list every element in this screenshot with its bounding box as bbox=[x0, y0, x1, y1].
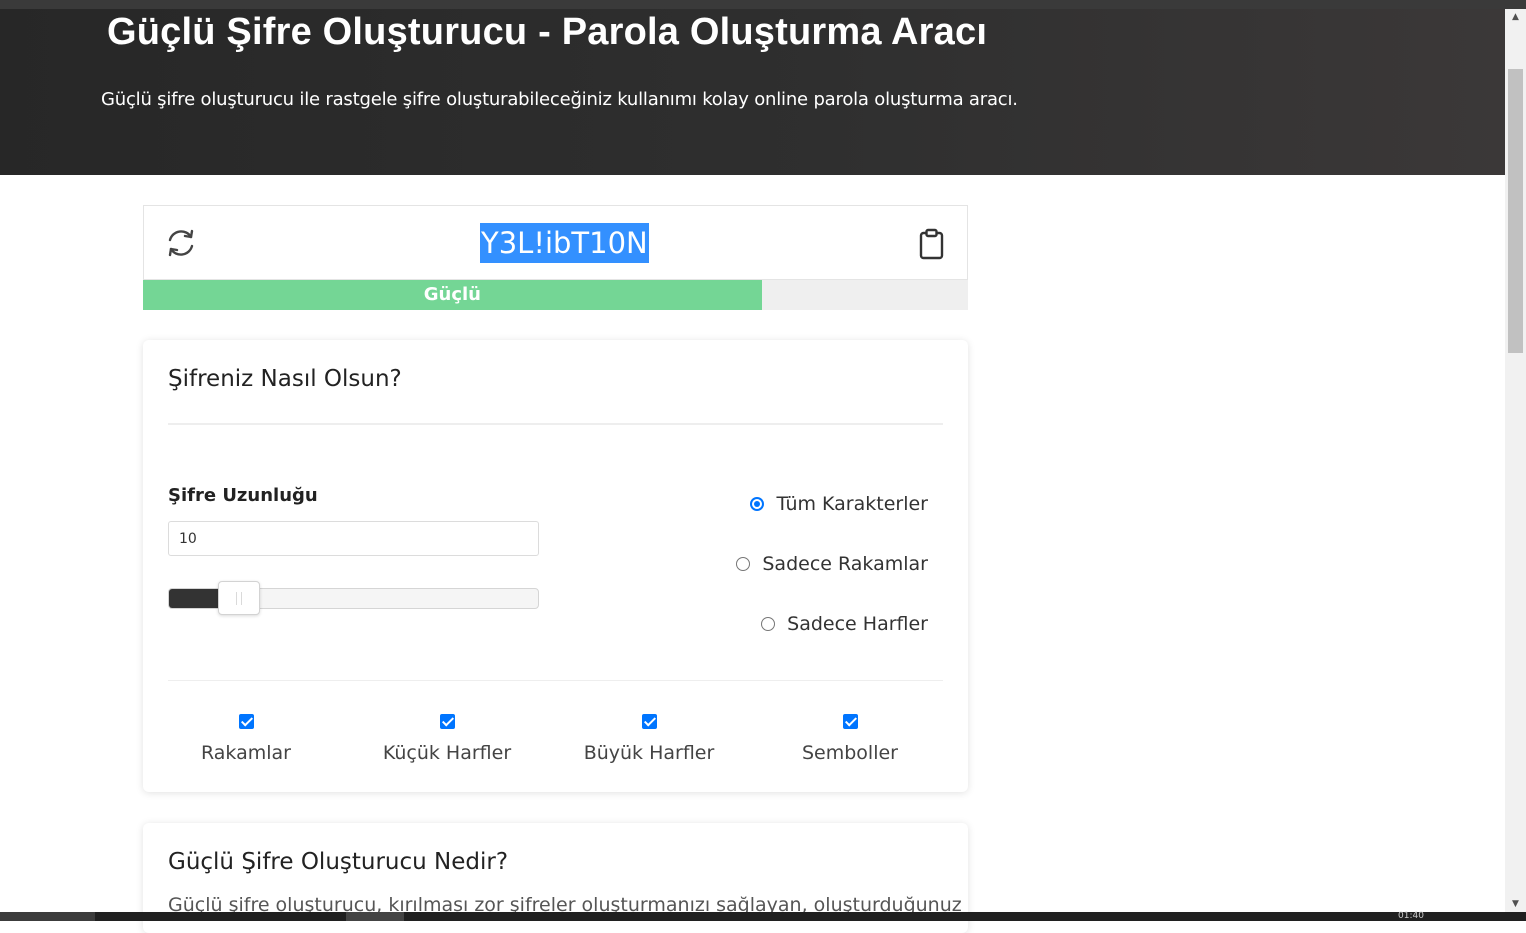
page-scrollbar[interactable]: ▲ ▼ bbox=[1505, 9, 1526, 912]
page-subtitle: Güçlü şifre oluşturucu ile rastgele şifr… bbox=[101, 89, 1018, 110]
checkbox-label: Büyük Harfler bbox=[583, 742, 715, 764]
checkbox-numbers[interactable]: Rakamlar bbox=[166, 714, 326, 764]
scrollbar-thumb[interactable] bbox=[1508, 69, 1523, 353]
password-display: Y3L!ibT10N bbox=[143, 205, 968, 280]
slider-grip-line bbox=[241, 592, 242, 605]
radio-all-characters[interactable]: Tüm Karakterler bbox=[750, 493, 928, 515]
taskbar-clock: 01:40 bbox=[1398, 911, 1424, 921]
checkbox-uppercase[interactable]: Büyük Harfler bbox=[569, 714, 729, 764]
strength-bar-fill: Güçlü bbox=[143, 280, 762, 310]
checkbox-label: Küçük Harfler bbox=[382, 742, 512, 764]
scroll-up-arrow-icon[interactable]: ▲ bbox=[1505, 9, 1526, 25]
checkbox-label: Rakamlar bbox=[201, 742, 291, 764]
length-label: Şifre Uzunluğu bbox=[168, 485, 318, 506]
radio-label: Sadece Rakamlar bbox=[762, 553, 928, 575]
clipboard-icon bbox=[919, 228, 944, 260]
length-slider-handle[interactable] bbox=[218, 581, 260, 615]
length-input[interactable] bbox=[168, 521, 539, 556]
taskbar-segment bbox=[346, 912, 404, 921]
checkbox-checked[interactable] bbox=[641, 714, 657, 729]
taskbar-segment bbox=[0, 912, 95, 921]
page-title: Güçlü Şifre Oluşturucu - Parola Oluşturm… bbox=[107, 11, 988, 53]
length-slider-fill bbox=[169, 589, 219, 608]
radio-label: Tüm Karakterler bbox=[776, 493, 928, 515]
info-title: Güçlü Şifre Oluşturucu Nedir? bbox=[168, 849, 509, 875]
hero-header: Güçlü Şifre Oluşturucu - Parola Oluşturm… bbox=[0, 9, 1505, 175]
taskbar bbox=[0, 912, 1526, 921]
checkbox-lowercase[interactable]: Küçük Harfler bbox=[367, 714, 527, 764]
options-divider bbox=[168, 423, 943, 425]
scroll-down-arrow-icon[interactable]: ▼ bbox=[1505, 896, 1526, 912]
checkbox-checked[interactable] bbox=[842, 714, 858, 729]
generated-password[interactable]: Y3L!ibT10N bbox=[480, 223, 649, 263]
radio-label: Sadece Harfler bbox=[787, 613, 928, 635]
radio-button-selected[interactable] bbox=[750, 497, 765, 511]
checkbox-label: Semboller bbox=[801, 742, 898, 764]
copy-password-button[interactable] bbox=[918, 228, 945, 260]
refresh-icon bbox=[168, 229, 194, 257]
password-options-card: Şifreniz Nasıl Olsun? Şifre Uzunluğu Tüm… bbox=[143, 340, 968, 792]
radio-only-letters[interactable]: Sadece Harfler bbox=[761, 613, 928, 635]
radio-only-numbers[interactable]: Sadece Rakamlar bbox=[736, 553, 928, 575]
checkbox-checked[interactable] bbox=[439, 714, 455, 729]
radio-button[interactable] bbox=[761, 617, 776, 631]
radio-button[interactable] bbox=[736, 557, 751, 571]
options-title: Şifreniz Nasıl Olsun? bbox=[168, 366, 402, 392]
checkbox-symbols[interactable]: Semboller bbox=[770, 714, 930, 764]
checkbox-checked[interactable] bbox=[238, 714, 254, 729]
refresh-password-button[interactable] bbox=[165, 227, 197, 259]
options-divider-2 bbox=[168, 680, 943, 681]
password-strength-meter: Güçlü bbox=[143, 280, 968, 310]
slider-grip-line bbox=[236, 592, 237, 605]
